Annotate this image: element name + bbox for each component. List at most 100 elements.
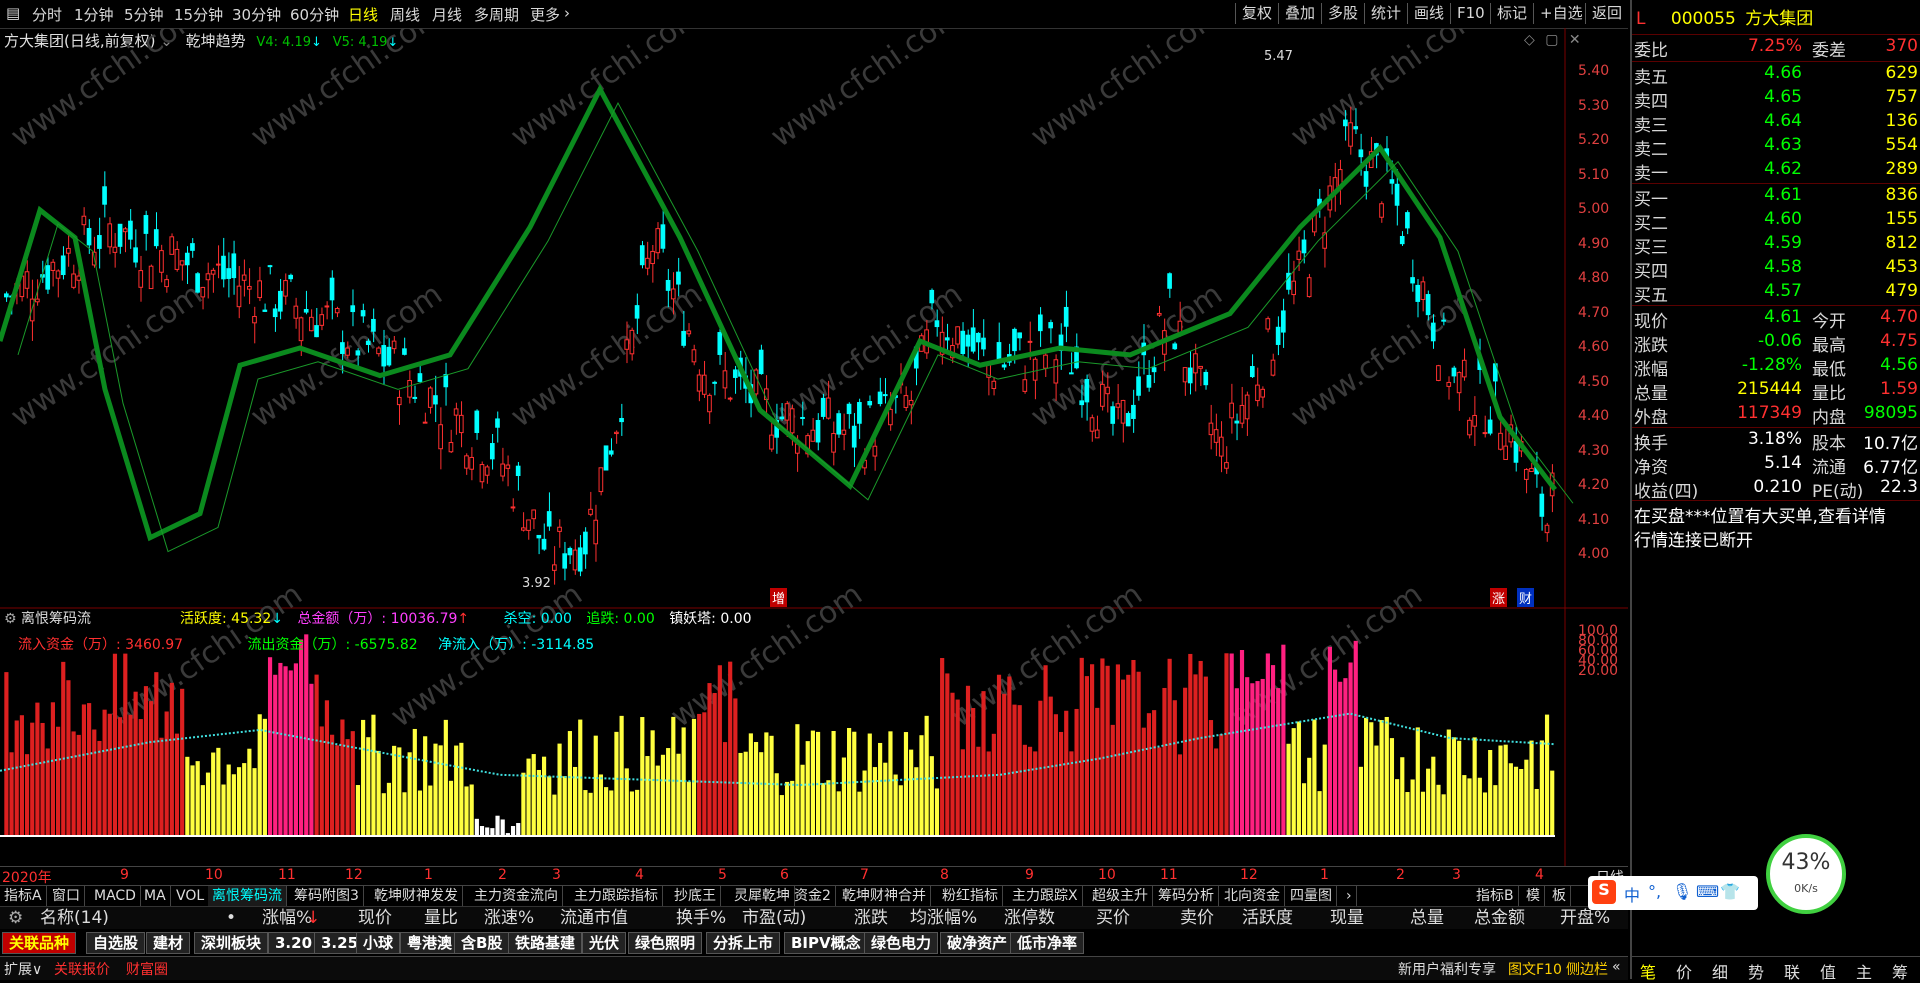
quote-tab[interactable]: 值 — [1820, 959, 1836, 983]
section-tab[interactable]: 自选股 — [86, 932, 146, 954]
column-header[interactable]: • — [226, 907, 236, 929]
big-order-message[interactable]: 在买盘***位置有大买单,查看详情 — [1634, 502, 1920, 527]
column-header[interactable]: 涨跌 — [854, 907, 888, 929]
bid-row[interactable]: 买五 4.57 479 — [1632, 281, 1920, 306]
indicator-tab[interactable]: 超级主升 — [1088, 886, 1153, 906]
indicator-tab[interactable]: 主力资金流向 — [470, 886, 563, 906]
column-header[interactable]: 现价 — [358, 907, 392, 929]
column-header[interactable]: 涨停数 — [1004, 907, 1055, 929]
column-header[interactable]: 量比 — [424, 907, 458, 929]
settings-icon[interactable]: ⚙ — [4, 611, 17, 627]
indicator-tab[interactable]: 粉红指标 — [938, 886, 1003, 906]
quote-tab[interactable]: 筹 — [1892, 959, 1908, 983]
column-header[interactable]: 活跃度 — [1242, 907, 1293, 929]
period-tab-7[interactable]: 周线 — [390, 4, 420, 25]
quote-tab[interactable]: 笔 — [1640, 959, 1656, 983]
quote-tab[interactable]: 联 — [1784, 959, 1800, 983]
multi-stock-button[interactable]: 多股 — [1321, 3, 1364, 24]
indicator-tab[interactable]: 窗口 — [48, 886, 85, 906]
period-tab-2[interactable]: 5分钟 — [124, 4, 164, 25]
column-header[interactable]: 市盈(动) — [742, 907, 806, 929]
indicator-tab[interactable]: 灵犀乾坤 — [730, 886, 795, 906]
indicator-tab[interactable]: 北向资金 — [1220, 886, 1285, 906]
add-watchlist-button[interactable]: +自选 — [1533, 3, 1589, 24]
section-tab[interactable]: 粤港澳 — [400, 932, 460, 954]
period-tab-0[interactable]: 分时 — [32, 4, 62, 25]
flag-zhang[interactable]: 涨 — [1490, 588, 1508, 607]
flag-cai[interactable]: 财 — [1517, 588, 1535, 607]
flag-zeng[interactable]: 增 — [770, 588, 788, 607]
indicator-tab[interactable]: 主力跟踪指标 — [570, 886, 663, 906]
bid-row[interactable]: 买三 4.59 812 — [1632, 233, 1920, 258]
bid-row[interactable]: 买一 4.61 836 — [1632, 185, 1920, 210]
column-header[interactable]: 换手% — [676, 907, 726, 929]
column-header[interactable]: 涨幅% — [262, 907, 312, 929]
column-header[interactable]: 均涨幅% — [910, 907, 977, 929]
section-tab[interactable]: 低市净率 — [1010, 932, 1085, 954]
section-tab[interactable]: BIPV概念 — [784, 932, 868, 954]
ime-mode[interactable]: 中 — [1624, 882, 1640, 906]
quote-tab[interactable]: 主 — [1856, 959, 1872, 983]
stats-button[interactable]: 统计 — [1364, 3, 1407, 24]
settings-icon[interactable]: ⚙ — [8, 907, 23, 929]
ime-toolbar[interactable]: S 中 °, 🎙 ⌨ 👕 — [1588, 876, 1758, 910]
bid-row[interactable]: 买四 4.58 453 — [1632, 257, 1920, 282]
column-header[interactable]: 总量 — [1410, 907, 1444, 929]
ask-row[interactable]: 卖三 4.64 136 — [1632, 111, 1920, 136]
period-tab-6[interactable]: 日线 — [348, 4, 378, 25]
section-tab[interactable]: 深圳板块 — [194, 932, 269, 954]
wealth-circle-link[interactable]: 财富圈 — [126, 959, 168, 979]
column-header[interactable]: 卖价 — [1180, 907, 1214, 929]
indicator-tab[interactable]: 资金2 — [790, 886, 836, 906]
section-tab[interactable]: 关联品种 — [2, 932, 77, 954]
indicator-tab[interactable]: MACD — [90, 886, 141, 906]
period-tab-10[interactable]: 更多 — [530, 4, 560, 25]
mark-button[interactable]: 标记 — [1490, 3, 1533, 24]
sidebar-link[interactable]: 侧边栏 — [1566, 959, 1608, 979]
indicator-tab[interactable]: 筹码分析 — [1154, 886, 1219, 906]
chevron-right-icon[interactable]: › — [1342, 886, 1357, 906]
grid-icon[interactable]: ▤ — [6, 4, 20, 22]
section-tab[interactable]: 光伏 — [582, 932, 627, 954]
ask-row[interactable]: 卖一 4.62 289 — [1632, 159, 1920, 184]
draw-line-button[interactable]: 画线 — [1407, 3, 1450, 24]
period-tab-5[interactable]: 60分钟 — [290, 4, 339, 25]
f10-text-link[interactable]: 图文F10 — [1508, 959, 1562, 979]
indicator-tab[interactable]: 乾坤财神发发 — [370, 886, 463, 906]
indicator-tab[interactable]: 指标A — [0, 886, 47, 906]
network-speed-widget[interactable]: 43% 0K/s — [1766, 834, 1846, 914]
new-user-welfare-link[interactable]: 新用户福利专享 — [1398, 959, 1496, 979]
fuquan-button[interactable]: 复权 — [1235, 3, 1278, 24]
expand-button[interactable]: 扩展∨ — [4, 959, 42, 979]
indicator-tab[interactable]: 主力跟踪X — [1008, 886, 1083, 906]
quote-tab[interactable]: 细 — [1712, 959, 1728, 983]
column-header[interactable]: 开盘% — [1560, 907, 1610, 929]
column-header[interactable]: 涨速% — [484, 907, 534, 929]
chevron-right-icon[interactable]: › — [564, 4, 570, 22]
skin-icon[interactable]: 👕 — [1720, 882, 1740, 901]
section-tab[interactable]: 绿色电力 — [864, 932, 939, 954]
indicator-tab-right[interactable]: 板 — [1548, 886, 1571, 906]
indicator-tab[interactable]: 乾坤财神合并 — [838, 886, 931, 906]
column-header[interactable]: 名称(14) — [40, 907, 109, 929]
punctuation-icon[interactable]: °, — [1648, 882, 1661, 901]
section-tab[interactable]: 分拆上市 — [706, 932, 781, 954]
section-tab[interactable]: 小球 — [356, 932, 401, 954]
ask-row[interactable]: 卖五 4.66 629 — [1632, 63, 1920, 88]
indicator-tab-right[interactable]: 模 — [1522, 886, 1545, 906]
indicator-tab[interactable]: 抄底王 — [670, 886, 721, 906]
ask-row[interactable]: 卖四 4.65 757 — [1632, 87, 1920, 112]
section-tab[interactable]: 绿色照明 — [628, 932, 703, 954]
column-header[interactable]: 总金额 — [1474, 907, 1525, 929]
section-tab[interactable]: 铁路基建 — [508, 932, 583, 954]
column-header[interactable]: 现量 — [1330, 907, 1364, 929]
period-tab-8[interactable]: 月线 — [432, 4, 462, 25]
quote-tab[interactable]: 势 — [1748, 959, 1764, 983]
keyboard-icon[interactable]: ⌨ — [1696, 882, 1719, 901]
period-tab-9[interactable]: 多周期 — [474, 4, 519, 25]
related-quote-link[interactable]: 关联报价 — [54, 959, 110, 979]
microphone-icon[interactable]: 🎙 — [1672, 882, 1692, 901]
section-tab[interactable]: 3.20 — [268, 932, 320, 954]
collapse-icon[interactable]: « — [1612, 959, 1621, 975]
section-tab[interactable]: 建材 — [146, 932, 191, 954]
